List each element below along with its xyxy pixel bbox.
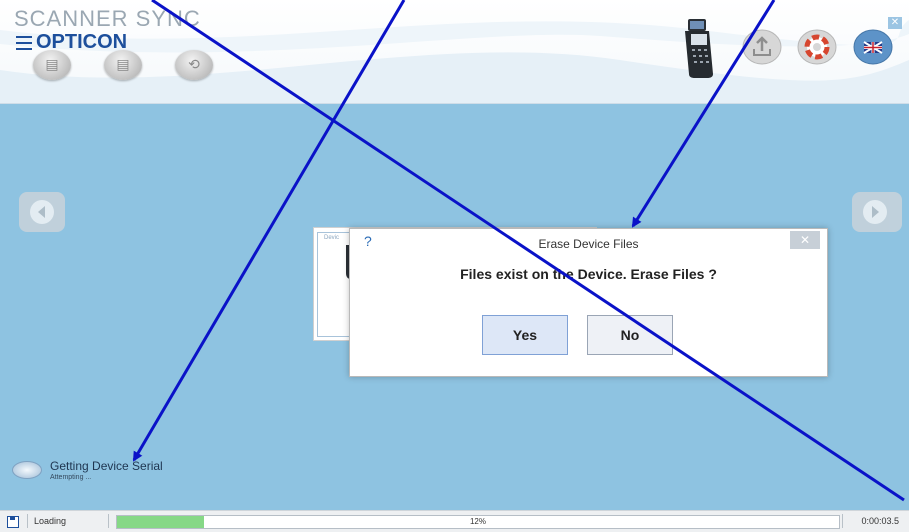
menu-icon[interactable] — [16, 36, 32, 50]
yes-button[interactable]: Yes — [482, 315, 568, 355]
status-message: Getting Device Serial — [50, 459, 163, 473]
no-button[interactable]: No — [587, 315, 673, 355]
help-lifebuoy-icon[interactable] — [797, 29, 837, 65]
divider — [842, 514, 843, 528]
divider — [108, 514, 109, 528]
dialog-title-bar: ? Erase Device Files ✕ — [350, 229, 827, 257]
progress-text: 12% — [469, 517, 486, 526]
dialog-title: Erase Device Files — [538, 237, 639, 251]
document-icon[interactable]: ▤ — [104, 50, 142, 80]
dialog-close-button[interactable]: ✕ — [790, 231, 820, 249]
main-content-area: Devic ? Erase Device Files ✕ Files exist… — [0, 104, 909, 510]
next-arrow-icon[interactable] — [852, 192, 902, 232]
save-icon[interactable] — [7, 516, 19, 528]
elapsed-time: 0:00:03.5 — [861, 516, 899, 526]
progress-bar: 12% — [116, 515, 840, 529]
status-submessage: Attempting ... — [50, 474, 92, 481]
dialog-message: Files exist on the Device. Erase Files ? — [460, 266, 717, 282]
app-brand-title: SCANNER SYNC — [14, 6, 201, 31]
status-spinner-icon — [12, 461, 42, 479]
language-flag-uk-icon[interactable] — [853, 29, 893, 65]
previous-arrow-icon[interactable] — [19, 192, 65, 232]
divider — [27, 514, 28, 528]
upload-icon[interactable] — [742, 29, 782, 65]
folder-icon[interactable]: ▤ — [33, 50, 71, 80]
scanner-sync-window: SCANNER SYNC OPTICON ▤ ▤ ⟲ ✕ Devic ? Era… — [0, 0, 909, 532]
history-icon[interactable]: ⟲ — [175, 50, 213, 80]
dialog-body: Files exist on the Device. Erase Files ?… — [350, 257, 827, 376]
header-bar: SCANNER SYNC OPTICON ▤ ▤ ⟲ ✕ — [0, 0, 909, 104]
window-close-button[interactable]: ✕ — [888, 17, 902, 29]
erase-files-dialog: ? Erase Device Files ✕ Files exist on th… — [349, 228, 828, 377]
loading-label: Loading — [34, 516, 67, 526]
device-image — [685, 19, 713, 78]
device-panel-label: Devic — [324, 235, 340, 241]
bottom-status-bar: Loading 12% 0:00:03.5 — [0, 510, 909, 532]
